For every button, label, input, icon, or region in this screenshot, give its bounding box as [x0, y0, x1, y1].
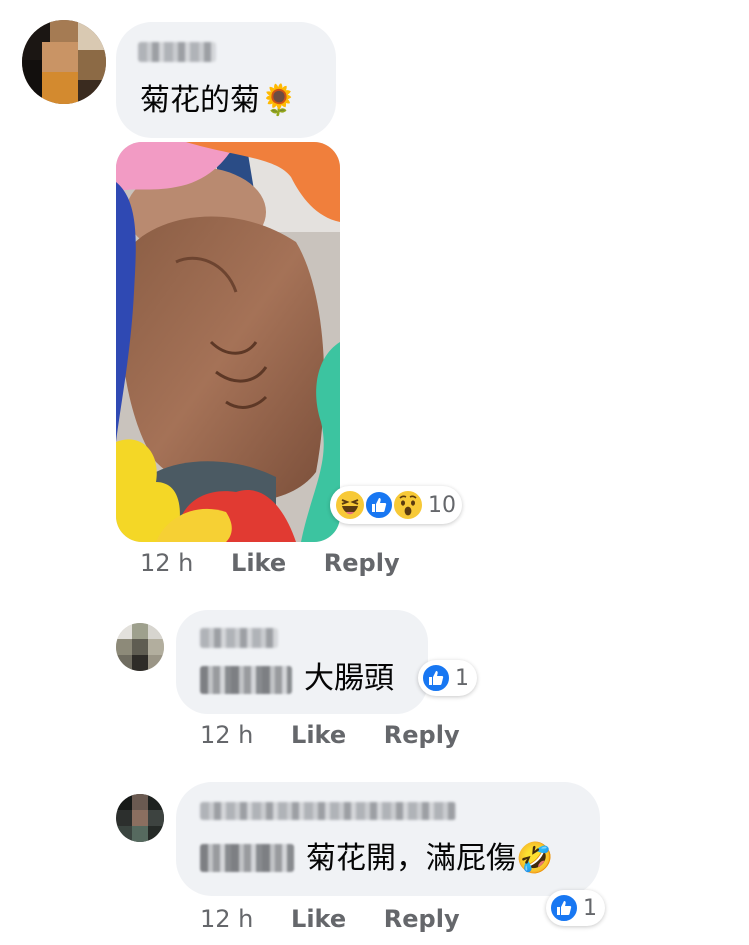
reaction-count: 1 — [455, 665, 469, 691]
comment-meta: 12 h Like Reply — [140, 548, 400, 578]
fist-photo-frame — [116, 142, 340, 542]
like-button[interactable]: Like — [291, 721, 346, 749]
avatar[interactable] — [116, 623, 164, 671]
comment-text: 菊花開，滿屁傷 — [306, 841, 516, 876]
laugh-icon — [334, 489, 366, 521]
comment-text: 大腸頭 — [304, 661, 394, 696]
avatar[interactable] — [22, 20, 106, 104]
commenter-name-redacted[interactable] — [200, 628, 278, 648]
like-button[interactable]: Like — [291, 905, 346, 933]
comment-text-row: 菊花開，滿屁傷🤣 — [306, 842, 553, 876]
comment-meta: 12 h Like Reply — [200, 904, 460, 934]
reply-button[interactable]: Reply — [324, 549, 400, 577]
sunflower-emoji: 🌻 — [260, 83, 298, 118]
wow-icon — [392, 489, 424, 521]
reaction-summary[interactable]: 10 — [330, 486, 462, 524]
reaction-count: 10 — [428, 492, 456, 518]
reaction-count: 1 — [583, 895, 597, 921]
avatar-image — [22, 20, 106, 104]
comment-text: 菊花的菊 — [140, 83, 260, 118]
comment-bubble: 大腸頭 — [176, 610, 428, 714]
avatar-image — [116, 794, 164, 842]
reply-button[interactable]: Reply — [384, 721, 460, 749]
like-button[interactable]: Like — [231, 549, 286, 577]
timestamp[interactable]: 12 h — [200, 905, 253, 933]
like-icon — [364, 490, 394, 520]
commenter-name-redacted[interactable] — [200, 802, 456, 820]
like-icon — [421, 663, 451, 693]
avatar[interactable] — [116, 794, 164, 842]
reaction-summary[interactable]: 1 — [418, 660, 477, 696]
timestamp[interactable]: 12 h — [140, 549, 193, 577]
comment-bubble: 菊花開，滿屁傷🤣 — [176, 782, 600, 896]
comment-meta: 12 h Like Reply — [200, 720, 460, 750]
mentioned-name-redacted[interactable] — [200, 844, 294, 872]
rofl-emoji: 🤣 — [516, 841, 554, 876]
reaction-summary[interactable]: 1 — [546, 890, 605, 926]
comment-text-row: 菊花的菊🌻 — [140, 84, 297, 118]
like-icon — [549, 893, 579, 923]
reply-button[interactable]: Reply — [384, 905, 460, 933]
timestamp[interactable]: 12 h — [200, 721, 253, 749]
comment-photo[interactable] — [116, 142, 340, 542]
commenter-name-redacted[interactable] — [138, 42, 216, 62]
comment-bubble: 菊花的菊🌻 — [116, 22, 336, 138]
mentioned-name-redacted[interactable] — [200, 666, 292, 694]
avatar-image — [116, 623, 164, 671]
